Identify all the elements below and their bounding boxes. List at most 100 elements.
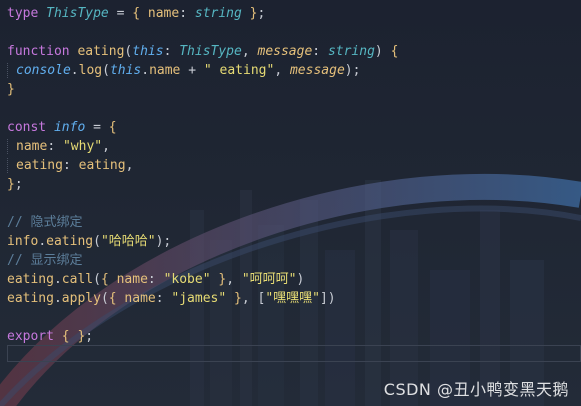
code-token: info xyxy=(53,120,86,135)
code-token: { xyxy=(100,272,109,287)
code-token: , xyxy=(226,272,242,287)
code-line: export { }; xyxy=(7,327,398,346)
code-token: : xyxy=(163,44,180,59)
code-token: export xyxy=(7,329,62,344)
code-line: eating: eating, xyxy=(7,156,398,175)
code-token: , xyxy=(102,139,110,154)
current-line-highlight xyxy=(7,345,581,362)
code-line: console.log(this.name + " eating", messa… xyxy=(7,61,398,80)
code-token: } xyxy=(249,6,258,21)
code-token: this xyxy=(109,63,142,78)
code-token: "哈哈哈" xyxy=(100,234,156,249)
code-token: this xyxy=(132,44,164,59)
code-token: info xyxy=(7,234,39,249)
code-line: ​ xyxy=(7,194,398,213)
code-line: const info = { xyxy=(7,118,398,137)
code-token: ) xyxy=(374,44,391,59)
code-token: . xyxy=(53,291,62,306)
code-line: } xyxy=(7,80,398,99)
code-token: eating xyxy=(78,158,126,173)
code-token: } xyxy=(7,177,15,192)
code-token: : xyxy=(62,158,79,173)
code-token: name xyxy=(16,139,48,154)
code-token: ]) xyxy=(319,291,336,306)
indent-guide xyxy=(7,158,16,173)
code-line: }; xyxy=(7,175,398,194)
code-token: + xyxy=(180,63,204,78)
watermark: CSDN @丑小鸭变黑天鹅 xyxy=(383,380,569,399)
code-token: ( xyxy=(100,291,109,306)
code-token: : xyxy=(155,291,172,306)
code-token: apply xyxy=(61,291,101,306)
code-token: ThisType xyxy=(46,6,109,21)
code-editor[interactable]: type ThisType = { name: string };​functi… xyxy=(0,0,581,406)
code-token: console xyxy=(16,63,71,78)
code-token: ) xyxy=(296,272,305,287)
code-line: ​ xyxy=(7,23,398,42)
code-line: info.eating("哈哈哈"); xyxy=(7,232,398,251)
code-token: message xyxy=(289,63,345,78)
code-token: . xyxy=(53,272,62,287)
code-token: ( xyxy=(93,234,101,249)
code-token: : xyxy=(47,139,63,154)
code-token: , xyxy=(125,158,134,173)
code-line: function eating(this: ThisType, message:… xyxy=(7,42,398,61)
code-token: "kobe" xyxy=(163,272,211,287)
code-token: } xyxy=(7,82,15,97)
code-token: name xyxy=(116,272,148,287)
code-token: . xyxy=(70,63,79,78)
indent-guide xyxy=(7,63,16,78)
code-token: "嘿嘿嘿" xyxy=(265,291,320,306)
code-token: ); xyxy=(155,234,172,249)
code-token: " eating" xyxy=(203,63,275,78)
code-token: eating xyxy=(16,158,63,173)
code-line: ​ xyxy=(7,99,398,118)
code-token: { xyxy=(108,120,117,135)
code-token: , xyxy=(274,63,290,78)
code-token: . xyxy=(38,234,47,249)
code-token: eating xyxy=(7,272,54,287)
code-token: { xyxy=(108,291,117,306)
code-token: log xyxy=(78,63,103,78)
code-token: function xyxy=(7,44,78,59)
code-token: = xyxy=(85,120,109,135)
code-token: "why" xyxy=(62,139,103,154)
code-line: // 隐式绑定 xyxy=(7,213,398,232)
code-token: : xyxy=(179,6,195,21)
code-token: ; xyxy=(257,6,266,21)
code-token: string xyxy=(327,44,375,59)
code-token: const xyxy=(7,120,54,135)
code-content[interactable]: type ThisType = { name: string };​functi… xyxy=(7,4,398,346)
code-token: ; xyxy=(85,329,94,344)
code-line: eating.apply({ name: "james" }, ["嘿嘿嘿"]) xyxy=(7,289,398,308)
code-token: name xyxy=(147,6,180,21)
code-token: ; xyxy=(14,177,23,192)
code-token: } xyxy=(218,272,227,287)
code-token: . xyxy=(141,63,150,78)
code-token: name xyxy=(124,291,156,306)
code-token: { xyxy=(132,6,141,21)
code-token: ); xyxy=(344,63,361,78)
code-token: string xyxy=(194,6,242,21)
code-line: name: "why", xyxy=(7,137,398,156)
code-token: name xyxy=(149,63,181,78)
code-token: "呵呵呵" xyxy=(241,272,297,287)
code-token: ( xyxy=(102,63,110,78)
code-token: message xyxy=(257,44,313,59)
code-token: eating xyxy=(46,234,94,249)
code-line: type ThisType = { name: string }; xyxy=(7,4,398,23)
code-token: ( xyxy=(93,272,101,287)
code-token: { xyxy=(61,329,70,344)
code-token: { xyxy=(390,44,399,59)
code-token: , [ xyxy=(241,291,266,306)
code-token: eating xyxy=(7,291,54,306)
code-token: : xyxy=(147,272,164,287)
code-token: eating xyxy=(77,44,125,59)
code-token: type xyxy=(7,6,47,21)
code-token: , xyxy=(241,44,258,59)
code-token: ThisType xyxy=(179,44,242,59)
